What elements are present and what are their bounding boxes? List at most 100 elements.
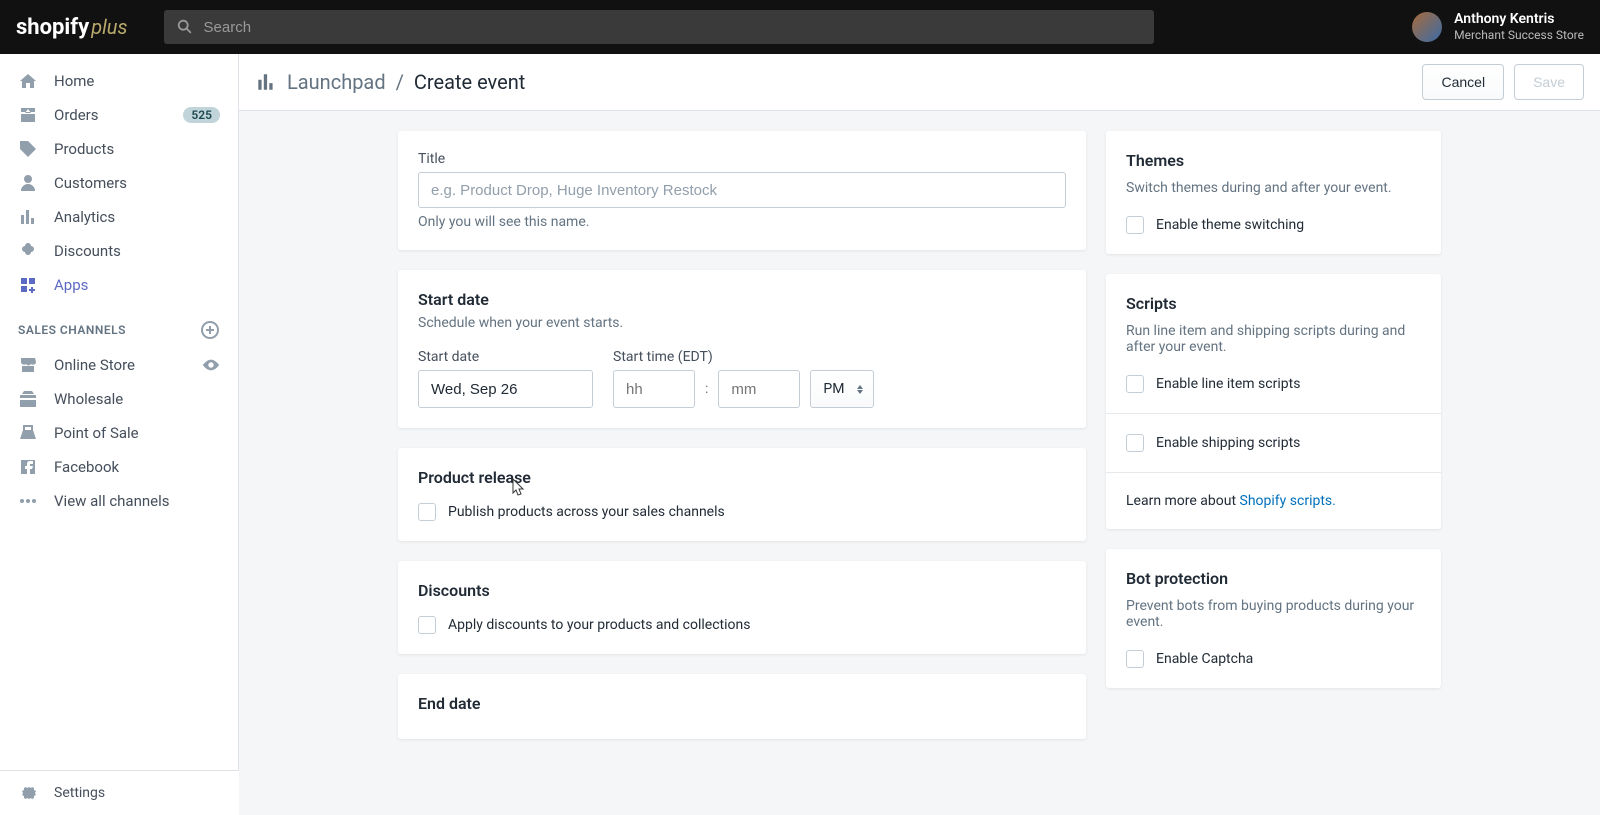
- launchpad-icon: [255, 71, 277, 93]
- orders-icon: [18, 105, 38, 125]
- wholesale-icon: [18, 389, 38, 409]
- title-label: Title: [418, 151, 1066, 167]
- discounts-card: Discounts Apply discounts to your produc…: [398, 561, 1086, 654]
- gear-icon: [18, 783, 38, 803]
- search-container[interactable]: [164, 10, 1154, 44]
- start-time-label: Start time (EDT): [613, 349, 874, 365]
- start-date-label: Start date: [418, 349, 593, 365]
- scripts-sub: Run line item and shipping scripts durin…: [1126, 323, 1421, 355]
- caret-icon: [857, 385, 863, 394]
- scripts-card: Scripts Run line item and shipping scrip…: [1106, 274, 1441, 529]
- page-header: Launchpad / Create event Cancel Save: [239, 54, 1600, 111]
- sidebar-item-apps[interactable]: Apps: [0, 268, 238, 302]
- breadcrumb-current: Create event: [414, 70, 525, 94]
- channel-label: Wholesale: [54, 390, 123, 408]
- sidebar: Home Orders 525 Products Customers Analy…: [0, 54, 239, 815]
- bot-heading: Bot protection: [1126, 569, 1421, 588]
- channel-label: Point of Sale: [54, 424, 139, 442]
- search-icon: [176, 18, 194, 36]
- publish-label: Publish products across your sales chann…: [448, 504, 725, 520]
- store-icon: [18, 355, 38, 375]
- nav-label: Products: [54, 140, 114, 158]
- hour-input[interactable]: [613, 370, 695, 408]
- bot-sub: Prevent bots from buying products during…: [1126, 598, 1421, 630]
- channel-facebook[interactable]: Facebook: [0, 450, 238, 484]
- nav-label: Discounts: [54, 242, 121, 260]
- discounts-icon: [18, 241, 38, 261]
- sidebar-item-products[interactable]: Products: [0, 132, 238, 166]
- title-hint: Only you will see this name.: [418, 214, 1066, 230]
- channel-online-store[interactable]: Online Store: [0, 348, 238, 382]
- user-text: Anthony Kentris Merchant Success Store: [1454, 11, 1584, 42]
- sidebar-item-orders[interactable]: Orders 525: [0, 98, 238, 132]
- sidebar-item-customers[interactable]: Customers: [0, 166, 238, 200]
- minute-input[interactable]: [718, 370, 800, 408]
- user-menu[interactable]: Anthony Kentris Merchant Success Store: [1412, 11, 1584, 42]
- start-date-input[interactable]: [418, 370, 593, 408]
- channel-label: View all channels: [54, 492, 170, 510]
- themes-card: Themes Switch themes during and after yo…: [1106, 131, 1441, 254]
- breadcrumb-sep: /: [396, 70, 404, 94]
- time-colon: :: [705, 381, 708, 397]
- captcha-checkbox[interactable]: [1126, 650, 1144, 668]
- channel-label: Online Store: [54, 356, 135, 374]
- nav-label: Home: [54, 72, 94, 90]
- discounts-label: Apply discounts to your products and col…: [448, 617, 750, 633]
- sidebar-item-analytics[interactable]: Analytics: [0, 200, 238, 234]
- save-button[interactable]: Save: [1514, 64, 1584, 100]
- customers-icon: [18, 173, 38, 193]
- end-date-card: End date: [398, 674, 1086, 739]
- facebook-icon: [18, 457, 38, 477]
- channel-wholesale[interactable]: Wholesale: [0, 382, 238, 416]
- channel-view-all[interactable]: View all channels: [0, 484, 238, 518]
- apps-icon: [18, 275, 38, 295]
- nav-label: Customers: [54, 174, 127, 192]
- product-heading: Product release: [418, 468, 1066, 487]
- product-release-card: Product release Publish products across …: [398, 448, 1086, 541]
- discounts-checkbox[interactable]: [418, 616, 436, 634]
- home-icon: [18, 71, 38, 91]
- scripts-heading: Scripts: [1126, 294, 1421, 313]
- channel-pos[interactable]: Point of Sale: [0, 416, 238, 450]
- user-store: Merchant Success Store: [1454, 28, 1584, 42]
- publish-checkbox[interactable]: [418, 503, 436, 521]
- lineitem-checkbox[interactable]: [1126, 375, 1144, 393]
- title-card: Title Only you will see this name.: [398, 131, 1086, 250]
- add-channel-icon[interactable]: [200, 320, 220, 340]
- start-heading: Start date: [418, 290, 1066, 309]
- search-input[interactable]: [204, 19, 1142, 36]
- channel-label: Facebook: [54, 458, 119, 476]
- view-store-icon[interactable]: [202, 356, 220, 374]
- captcha-label: Enable Captcha: [1156, 651, 1253, 667]
- cancel-button[interactable]: Cancel: [1422, 64, 1504, 100]
- sidebar-item-discounts[interactable]: Discounts: [0, 234, 238, 268]
- scripts-link[interactable]: Shopify scripts.: [1240, 493, 1336, 509]
- user-name: Anthony Kentris: [1454, 11, 1584, 28]
- start-date-card: Start date Schedule when your event star…: [398, 270, 1086, 428]
- start-sub: Schedule when your event starts.: [418, 315, 1066, 331]
- title-input[interactable]: [418, 172, 1066, 208]
- discounts-heading: Discounts: [418, 581, 1066, 600]
- shipping-checkbox[interactable]: [1126, 434, 1144, 452]
- themes-checkbox[interactable]: [1126, 216, 1144, 234]
- nav-label: Analytics: [54, 208, 115, 226]
- sidebar-item-settings[interactable]: Settings: [0, 770, 239, 815]
- shipping-label: Enable shipping scripts: [1156, 435, 1300, 451]
- section-title: Sales Channels: [18, 323, 126, 337]
- nav-label: Apps: [54, 276, 88, 294]
- themes-heading: Themes: [1126, 151, 1421, 170]
- dots-icon: [18, 491, 38, 511]
- ampm-select[interactable]: PM: [810, 370, 874, 408]
- analytics-icon: [18, 207, 38, 227]
- logo[interactable]: shopifyplus: [16, 15, 128, 40]
- logo-main: shopify: [16, 15, 89, 40]
- avatar: [1412, 12, 1442, 42]
- settings-label: Settings: [54, 785, 105, 801]
- learn-prefix: Learn more about: [1126, 493, 1240, 509]
- themes-sub: Switch themes during and after your even…: [1126, 180, 1421, 196]
- products-icon: [18, 139, 38, 159]
- sidebar-item-home[interactable]: Home: [0, 64, 238, 98]
- breadcrumb-app[interactable]: Launchpad: [287, 70, 386, 94]
- end-heading: End date: [418, 694, 1066, 713]
- nav-label: Orders: [54, 106, 99, 124]
